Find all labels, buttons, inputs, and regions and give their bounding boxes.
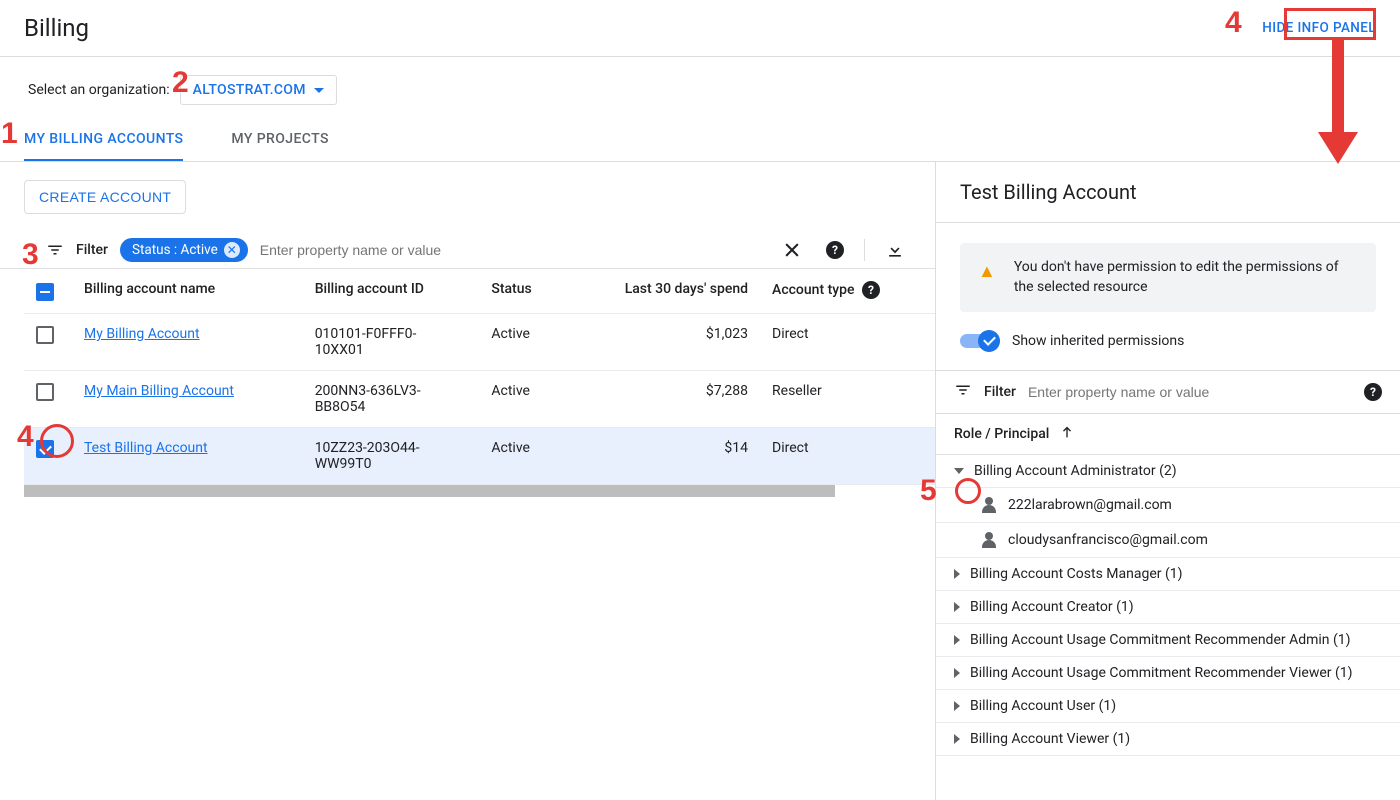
- principal-row[interactable]: cloudysanfrancisco@gmail.com: [936, 523, 1400, 558]
- billing-account-type: Reseller: [760, 371, 935, 428]
- chevron-right-icon: [954, 734, 960, 744]
- chevron-right-icon: [954, 635, 960, 645]
- filter-label: Filter: [76, 242, 108, 258]
- tabs: MY BILLING ACCOUNTS MY PROJECTS: [0, 119, 1400, 162]
- role-label: Billing Account Costs Manager (1): [970, 566, 1183, 582]
- role-row[interactable]: Billing Account Costs Manager (1): [936, 558, 1400, 591]
- role-label: Billing Account Creator (1): [970, 599, 1134, 615]
- table-row: My Main Billing Account 200NN3-636LV3-BB…: [24, 371, 935, 428]
- role-row[interactable]: Billing Account Usage Commitment Recomme…: [936, 657, 1400, 690]
- filter-label: Filter: [984, 384, 1016, 400]
- info-panel: Test Billing Account ▲ You don't have pe…: [936, 162, 1400, 800]
- billing-account-status: Active: [479, 428, 564, 485]
- role-row[interactable]: Billing Account Usage Commitment Recomme…: [936, 624, 1400, 657]
- info-panel-filter-bar: Filter ?: [936, 370, 1400, 414]
- filter-chip-label: Status : Active: [132, 242, 218, 258]
- clear-filter-icon[interactable]: [782, 240, 802, 260]
- role-label: Billing Account Usage Commitment Recomme…: [970, 632, 1351, 648]
- hide-info-panel-button[interactable]: HIDE INFO PANEL: [1262, 20, 1376, 36]
- billing-account-spend: $14: [565, 428, 760, 485]
- remove-chip-icon[interactable]: ✕: [224, 242, 240, 258]
- chevron-right-icon: [954, 602, 960, 612]
- row-checkbox[interactable]: [36, 326, 54, 344]
- role-label: Billing Account Usage Commitment Recomme…: [970, 665, 1353, 681]
- billing-account-spend: $1,023: [565, 314, 760, 371]
- chevron-down-icon: [954, 468, 964, 474]
- info-panel-filter-input[interactable]: [1028, 384, 1348, 400]
- chevron-right-icon: [954, 701, 960, 711]
- tab-billing-accounts[interactable]: MY BILLING ACCOUNTS: [24, 119, 183, 161]
- billing-account-id: 10ZZ23-203O44-WW99T0: [303, 428, 480, 485]
- billing-account-link[interactable]: Test Billing Account: [84, 440, 208, 456]
- row-checkbox[interactable]: [36, 440, 54, 458]
- page-title: Billing: [24, 14, 89, 42]
- download-icon[interactable]: [885, 240, 905, 260]
- show-inherited-toggle[interactable]: [960, 330, 1000, 352]
- billing-accounts-table: Billing account name Billing account ID …: [24, 269, 935, 485]
- org-selector-label: Select an organization:: [28, 82, 170, 98]
- chevron-right-icon: [954, 668, 960, 678]
- warning-icon: ▲: [978, 259, 996, 285]
- filter-chip-status-active[interactable]: Status : Active ✕: [120, 238, 248, 262]
- table-row: Test Billing Account 10ZZ23-203O44-WW99T…: [24, 428, 935, 485]
- create-account-button[interactable]: CREATE ACCOUNT: [24, 180, 186, 214]
- help-icon[interactable]: ?: [1364, 383, 1382, 401]
- chevron-down-icon: [314, 88, 324, 93]
- role-label: Billing Account Administrator (2): [974, 463, 1177, 479]
- col-header-type[interactable]: Account type ?: [760, 269, 935, 314]
- billing-account-id: 200NN3-636LV3-BB8O54: [303, 371, 480, 428]
- billing-account-link[interactable]: My Main Billing Account: [84, 383, 234, 399]
- col-header-spend[interactable]: Last 30 days' spend: [565, 269, 760, 314]
- filter-bar: Filter Status : Active ✕ ?: [0, 232, 935, 269]
- billing-account-status: Active: [479, 314, 564, 371]
- help-icon[interactable]: ?: [822, 241, 844, 259]
- role-label: Billing Account Viewer (1): [970, 731, 1130, 747]
- tab-my-projects[interactable]: MY PROJECTS: [231, 119, 328, 161]
- person-icon: [980, 496, 998, 514]
- role-row[interactable]: Billing Account Creator (1): [936, 591, 1400, 624]
- sort-asc-icon: [1059, 424, 1075, 444]
- filter-icon: [46, 241, 64, 259]
- billing-account-id: 010101-F0FFF0-10XX01: [303, 314, 480, 371]
- roles-header[interactable]: Role / Principal: [936, 414, 1400, 455]
- col-header-name[interactable]: Billing account name: [72, 269, 303, 314]
- col-header-id[interactable]: Billing account ID: [303, 269, 480, 314]
- table-row: My Billing Account 010101-F0FFF0-10XX01 …: [24, 314, 935, 371]
- filter-input[interactable]: [260, 242, 770, 258]
- principal-row[interactable]: 222larabrown@gmail.com: [936, 488, 1400, 523]
- org-selector-value: ALTOSTRAT.COM: [193, 82, 306, 98]
- page-header: Billing HIDE INFO PANEL: [0, 0, 1400, 57]
- info-panel-title: Test Billing Account: [936, 162, 1400, 223]
- permission-warning: ▲ You don't have permission to edit the …: [960, 243, 1376, 312]
- chevron-right-icon: [954, 569, 960, 579]
- filter-icon: [954, 381, 972, 403]
- role-row[interactable]: Billing Account Administrator (2): [936, 455, 1400, 488]
- org-selector-row: Select an organization: ALTOSTRAT.COM: [0, 57, 1400, 119]
- show-inherited-label: Show inherited permissions: [1012, 333, 1184, 349]
- billing-account-status: Active: [479, 371, 564, 428]
- role-row[interactable]: Billing Account Viewer (1): [936, 723, 1400, 756]
- warning-text: You don't have permission to edit the pe…: [1014, 257, 1358, 298]
- org-selector-dropdown[interactable]: ALTOSTRAT.COM: [180, 75, 337, 105]
- principal-email: 222larabrown@gmail.com: [1008, 497, 1172, 513]
- billing-account-type: Direct: [760, 428, 935, 485]
- select-all-checkbox[interactable]: [36, 283, 54, 301]
- divider: [864, 239, 865, 261]
- col-header-status[interactable]: Status: [479, 269, 564, 314]
- horizontal-scrollbar[interactable]: [24, 485, 835, 497]
- billing-account-type: Direct: [760, 314, 935, 371]
- role-row[interactable]: Billing Account User (1): [936, 690, 1400, 723]
- main-panel: CREATE ACCOUNT Filter Status : Active ✕ …: [0, 162, 936, 800]
- person-icon: [980, 531, 998, 549]
- principal-email: cloudysanfrancisco@gmail.com: [1008, 532, 1208, 548]
- row-checkbox[interactable]: [36, 383, 54, 401]
- role-label: Billing Account User (1): [970, 698, 1116, 714]
- help-icon[interactable]: ?: [862, 281, 880, 299]
- billing-account-link[interactable]: My Billing Account: [84, 326, 200, 342]
- billing-account-spend: $7,288: [565, 371, 760, 428]
